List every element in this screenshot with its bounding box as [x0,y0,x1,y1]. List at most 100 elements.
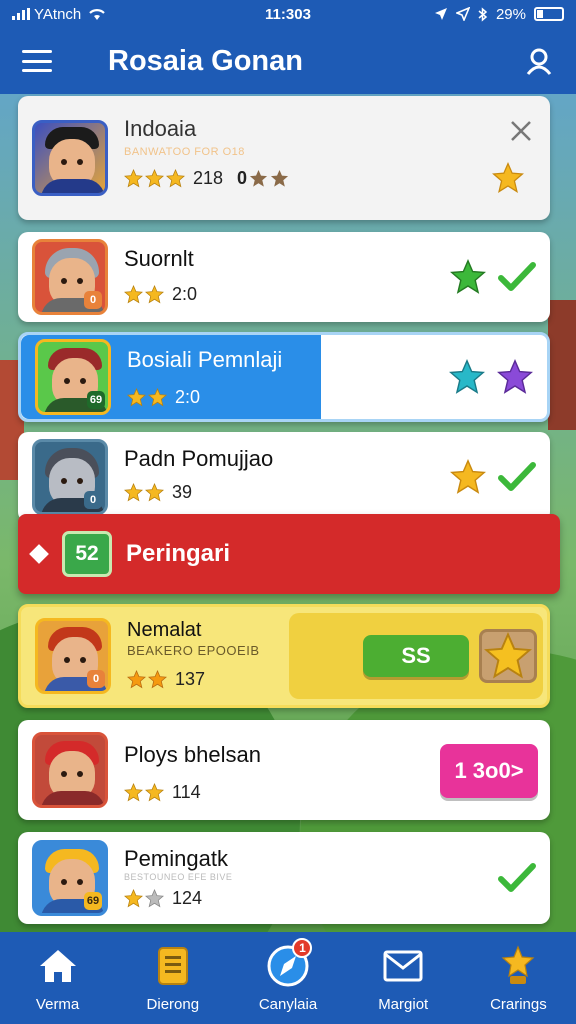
star-icon [124,285,143,304]
rating-value: 2:0 [175,387,201,407]
diamond-icon [29,544,49,564]
banner-count: 52 [62,531,112,577]
avatar-badge: 0 [87,670,105,688]
item-subtitle: BESTOUNEO EFE BIVE [124,872,233,882]
trophy-icon [501,945,535,984]
app-header: Rosaia Gonan [0,28,576,94]
star-icon [124,169,143,188]
price-button[interactable]: 1 3o0> [440,744,538,798]
star-icon [271,169,289,187]
star-icon [145,285,164,304]
purple-star-icon[interactable] [497,359,533,395]
rating: 39 [124,482,192,503]
star-icon [145,483,164,502]
list-item-featured[interactable]: 0 Nemalat BEAKERO EPOOEIB 137 SS [18,604,550,708]
list-item[interactable]: Ploys bhelsan 114 1 3o0> [18,720,550,820]
green-check-icon[interactable] [498,461,536,493]
avatar: 69 [35,339,111,415]
avatar: 0 [32,439,108,515]
gold-star-icon[interactable] [492,162,524,194]
rating-value: 218 [193,168,224,188]
item-subtitle: BEAKERO EPOOEIB [127,643,260,658]
banner-label: Peringari [126,540,231,567]
nav-label: Dierong [146,996,200,1013]
battery-icon [534,7,564,21]
bottom-navigation: Verma Dierong 1 Canylaia Margiot Craring… [0,932,576,1024]
avatar-badge: 69 [87,391,105,409]
list-item[interactable]: Indoaia BANWATOO FOR O18 218 0 [18,96,550,220]
rating-value: 114 [172,782,201,802]
close-icon[interactable] [510,120,532,142]
star-icon [124,889,143,908]
star-icon [250,169,268,187]
list-item[interactable]: 69 Pemingatk BESTOUNEO EFE BIVE 124 [18,832,550,924]
avatar: 0 [32,239,108,315]
item-name: Bosiali Pemnlaji [127,347,283,372]
avatar-badge: 0 [84,291,102,309]
rating-value: 2:0 [172,284,198,304]
rating: 124 [124,888,202,909]
hamburger-menu-icon[interactable] [22,50,52,72]
rating-value: 39 [172,482,193,502]
alert-banner[interactable]: 52 Peringari [18,514,560,594]
star-icon [127,670,146,689]
status-bar: YAtnch 11:303 29% [0,0,576,28]
rating-value: 137 [175,669,206,689]
star-icon [166,169,185,188]
clipboard-icon [157,947,188,985]
avatar [32,732,108,808]
item-name: Indoaia [124,116,197,141]
nav-item-mail[interactable]: Margiot [346,932,461,1024]
star-icon [148,388,167,407]
star-icon [145,783,164,802]
item-name: Pemingatk [124,846,228,871]
avatar: 69 [32,840,108,916]
green-check-icon[interactable] [498,261,536,293]
list-item[interactable]: 0 Padn Pomujjao 39 [18,432,550,522]
rating-value: 124 [172,888,203,908]
nav-label: Margiot [378,996,429,1013]
avatar-badge: 69 [84,892,102,910]
rating: 114 [124,782,201,803]
badge-star-icon[interactable] [479,629,537,683]
star-icon [148,670,167,689]
star-icon [484,632,532,679]
list-item[interactable]: 0 Suornlt 2:0 [18,232,550,322]
avatar: 0 [35,618,111,694]
green-check-icon[interactable] [498,862,536,894]
nav-label: Verma [35,996,80,1013]
teal-star-icon[interactable] [449,359,485,395]
page-title: Rosaia Gonan [108,44,303,77]
rating: 2:0 [124,284,197,305]
item-name: Nemalat [127,619,202,641]
star-icon [127,388,146,407]
star-icon [145,889,164,908]
item-name: Padn Pomujjao [124,446,274,471]
green-star-icon[interactable] [450,259,486,295]
star-icon [124,483,143,502]
clock: 11:303 [265,5,311,23]
extra-rating-value: 0 [237,168,248,188]
item-name: Ploys bhelsan [124,742,261,767]
play-button[interactable]: SS [363,635,469,677]
nav-item-trophy[interactable]: Crarings [461,932,576,1024]
rating: 218 0 [124,168,289,189]
nav-item-clipboard[interactable]: Dierong [115,932,230,1024]
nav-item-compass[interactable]: 1 Canylaia [230,932,345,1024]
item-subtitle: BANWATOO FOR O18 [124,146,245,158]
nav-label: Crarings [490,996,547,1013]
nav-item-home[interactable]: Verma [0,932,115,1024]
mail-icon [383,950,423,982]
gold-star-icon[interactable] [450,459,486,495]
home-icon [39,950,76,982]
nav-label: Canylaia [258,996,318,1013]
star-icon [145,169,164,188]
star-icon [124,783,143,802]
rating: 137 [127,669,205,690]
rating: 2:0 [127,387,200,408]
person-search-icon[interactable] [524,46,554,76]
avatar [32,120,108,196]
list-item-selected[interactable]: 69 Bosiali Pemnlaji 2:0 [18,332,550,422]
item-name: Suornlt [124,246,194,271]
avatar-badge: 0 [84,491,102,509]
